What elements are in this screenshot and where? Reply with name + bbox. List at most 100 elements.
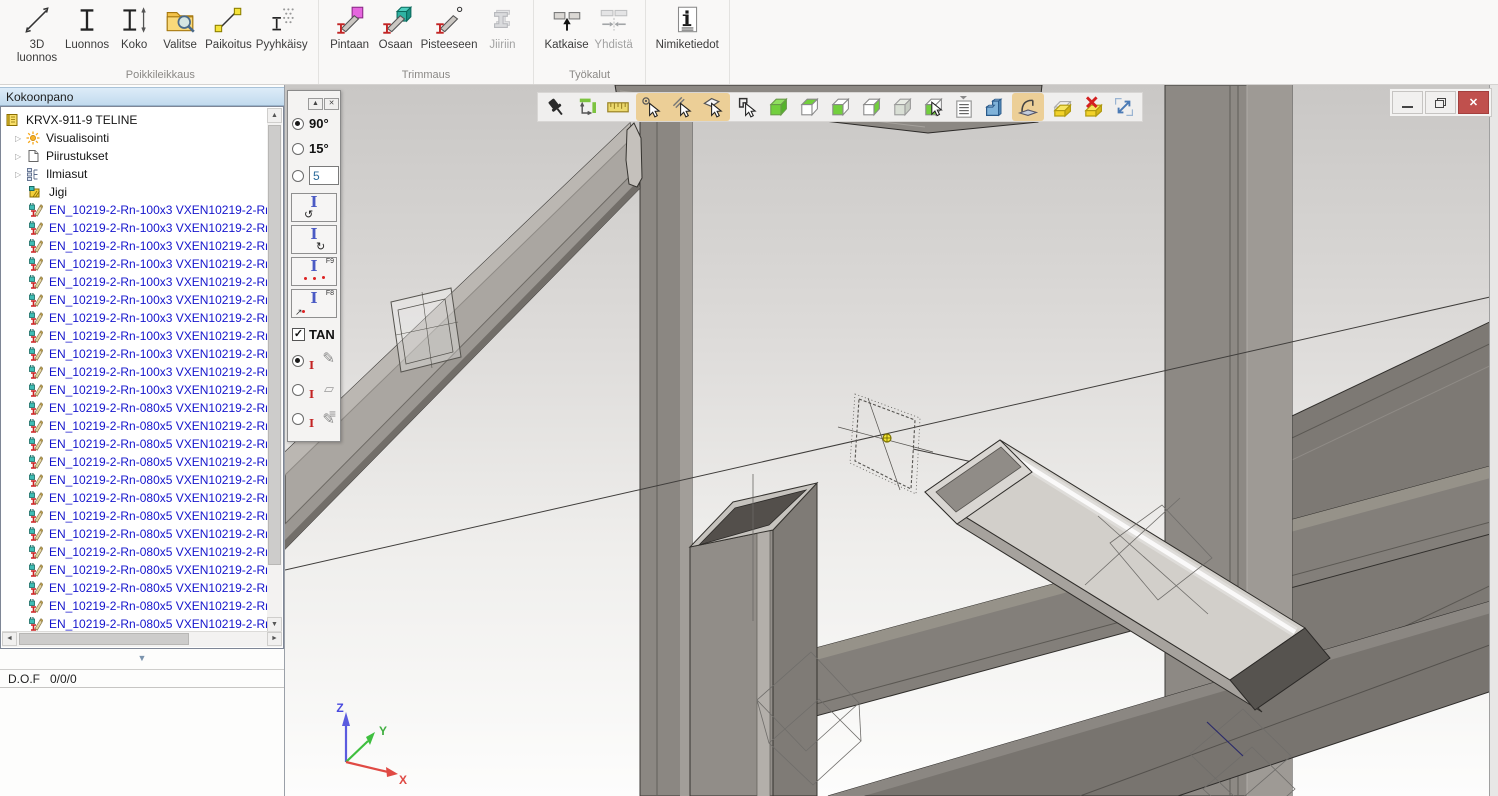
- mode-beam-surface-option[interactable]: ▱I: [288, 371, 340, 400]
- ribbon-item-nimiketiedot[interactable]: Nimiketiedot: [654, 3, 721, 52]
- clip-box-delete-icon[interactable]: [1080, 94, 1106, 120]
- angle-custom-option[interactable]: [288, 156, 340, 185]
- radio-mode-multi[interactable]: [292, 413, 304, 425]
- tree-horizontal-scrollbar[interactable]: ◄ ►: [2, 631, 282, 647]
- tree-item[interactable]: EN_10219-2-Rn-100x3 VXEN10219-2-Rn-1: [2, 255, 267, 273]
- rotate-ccw-button[interactable]: I ↺: [291, 193, 337, 222]
- tree-item[interactable]: ▷Visualisointi: [2, 129, 267, 147]
- ribbon-item-pisteeseen[interactable]: Pisteeseen: [419, 3, 480, 52]
- ribbon-item-3d-luonnos[interactable]: 3D luonnos: [11, 3, 63, 65]
- tree-item[interactable]: EN_10219-2-Rn-100x3 VXEN10219-2-Rn-1: [2, 237, 267, 255]
- mode-beam-option[interactable]: ✎I: [288, 342, 340, 371]
- cube-pick-icon[interactable]: [920, 94, 946, 120]
- cube-shaded-icon[interactable]: [889, 94, 915, 120]
- tree-item[interactable]: EN_10219-2-Rn-080x5 VXEN10219-2-Rn-0: [2, 525, 267, 543]
- expand-view-icon[interactable]: [1111, 94, 1137, 120]
- part-list-icon[interactable]: [951, 94, 977, 120]
- horizontal-scroll-thumb[interactable]: [19, 633, 189, 645]
- tree-item[interactable]: EN_10219-2-Rn-100x3 VXEN10219-2-Rn-1: [2, 345, 267, 363]
- scroll-right-button[interactable]: ►: [267, 632, 282, 646]
- flip-f9-button[interactable]: F9 I: [291, 257, 337, 286]
- snap-face-icon[interactable]: [701, 94, 727, 120]
- tree-item[interactable]: EN_10219-2-Rn-080x5 VXEN10219-2-Rn-0: [2, 615, 267, 632]
- tree-item[interactable]: EN_10219-2-Rn-100x3 VXEN10219-2-Rn-1: [2, 363, 267, 381]
- scroll-left-button[interactable]: ◄: [2, 632, 17, 646]
- restore-button[interactable]: [1425, 91, 1456, 114]
- column-center[interactable]: [640, 99, 692, 796]
- radio-custom[interactable]: [292, 170, 304, 182]
- tree-item[interactable]: EN_10219-2-Rn-100x3 VXEN10219-2-Rn-1: [2, 309, 267, 327]
- ribbon-item-pintaan[interactable]: Pintaan: [327, 3, 373, 52]
- expander-icon[interactable]: ▷: [15, 134, 26, 143]
- active-point[interactable]: [883, 434, 891, 442]
- ribbon-item-katkaise[interactable]: Katkaise: [542, 3, 590, 52]
- tangent-option[interactable]: ✓ TAN: [288, 318, 340, 342]
- tree-item[interactable]: ▷Piirustukset: [2, 147, 267, 165]
- snap-point-icon[interactable]: [639, 94, 665, 120]
- snap-profile-icon[interactable]: [735, 94, 761, 120]
- radio-15[interactable]: [292, 143, 304, 155]
- tree-vertical-scrollbar[interactable]: ▲ ▼: [267, 108, 282, 632]
- tree-item[interactable]: EN_10219-2-Rn-100x3 VXEN10219-2-Rn-1: [2, 327, 267, 345]
- move-measure-icon[interactable]: [574, 94, 600, 120]
- scroll-down-button[interactable]: ▼: [267, 617, 282, 632]
- tree-item[interactable]: EN_10219-2-Rn-100x3 VXEN10219-2-Rn-1: [2, 291, 267, 309]
- custom-angle-input[interactable]: [309, 166, 339, 185]
- rotate-cw-button[interactable]: I ↻: [291, 225, 337, 254]
- tree-item[interactable]: EN_10219-2-Rn-080x5 VXEN10219-2-Rn-0: [2, 597, 267, 615]
- cube-solid-icon[interactable]: [765, 94, 791, 120]
- scroll-up-button[interactable]: ▲: [267, 108, 282, 123]
- radio-mode-beam[interactable]: [292, 355, 304, 367]
- mode-beam-multi-option[interactable]: ≡✎I: [288, 400, 340, 429]
- tree-item[interactable]: ▷Ilmiasut: [2, 165, 267, 183]
- tree-item[interactable]: EN_10219-2-Rn-080x5 VXEN10219-2-Rn-0: [2, 435, 267, 453]
- expander-icon[interactable]: ▷: [15, 152, 26, 161]
- minimize-button[interactable]: [1392, 91, 1423, 114]
- snap-line-icon[interactable]: [670, 94, 696, 120]
- tree-item[interactable]: EN_10219-2-Rn-100x3 VXEN10219-2-Rn-1: [2, 381, 267, 399]
- close-button[interactable]: ✕: [1458, 91, 1489, 114]
- close-icon[interactable]: ✕: [324, 98, 339, 110]
- tree-item[interactable]: EN_10219-2-Rn-080x5 VXEN10219-2-Rn-0: [2, 417, 267, 435]
- cross-section-sketch[interactable]: [391, 288, 461, 372]
- tree-item[interactable]: EN_10219-2-Rn-080x5 VXEN10219-2-Rn-0: [2, 471, 267, 489]
- 3d-viewport[interactable]: Z Y X: [285, 85, 1498, 796]
- radio-mode-surface[interactable]: [292, 384, 304, 396]
- tree-item[interactable]: EN_10219-2-Rn-100x3 VXEN10219-2-Rn-1: [2, 201, 267, 219]
- angle-15-option[interactable]: 15°: [288, 131, 340, 156]
- tree-item[interactable]: EN_10219-2-Rn-080x5 VXEN10219-2-Rn-0: [2, 453, 267, 471]
- extrude-icon[interactable]: [982, 94, 1008, 120]
- ribbon-item-osaan[interactable]: Osaan: [373, 3, 419, 52]
- tree-item[interactable]: EN_10219-2-Rn-080x5 VXEN10219-2-Rn-0: [2, 489, 267, 507]
- ribbon-item-koko[interactable]: Koko: [111, 3, 157, 52]
- panel-splitter[interactable]: ▼: [0, 650, 284, 668]
- bend-plane-icon[interactable]: [1015, 94, 1041, 120]
- tree-item[interactable]: EN_10219-2-Rn-080x5 VXEN10219-2-Rn-0: [2, 507, 267, 525]
- clip-box-icon[interactable]: [1049, 94, 1075, 120]
- flip-f8-button[interactable]: F8 I ↗: [291, 289, 337, 318]
- channel-tube[interactable]: [690, 483, 817, 796]
- ribbon-item-pyyhkaisy[interactable]: Pyyhkäisy: [254, 3, 310, 52]
- cube-top-icon[interactable]: [796, 94, 822, 120]
- ribbon-item-yhdista[interactable]: Yhdistä: [591, 3, 637, 52]
- ribbon-item-valitse[interactable]: Valitse: [157, 3, 203, 52]
- cube-front-icon[interactable]: [858, 94, 884, 120]
- pin-icon[interactable]: [543, 94, 569, 120]
- tan-checkbox[interactable]: ✓: [292, 328, 305, 341]
- tree-item[interactable]: EN_10219-2-Rn-100x3 VXEN10219-2-Rn-1: [2, 219, 267, 237]
- cube-side-icon[interactable]: [827, 94, 853, 120]
- ribbon-item-luonnos[interactable]: Luonnos: [63, 3, 111, 52]
- tree-item[interactable]: EN_10219-2-Rn-080x5 VXEN10219-2-Rn-0: [2, 543, 267, 561]
- 3d-viewport-scene[interactable]: Z Y X: [285, 85, 1498, 796]
- expander-icon[interactable]: ▷: [15, 170, 26, 179]
- tree-item[interactable]: Jigi: [2, 183, 267, 201]
- tree-item[interactable]: EN_10219-2-Rn-080x5 VXEN10219-2-Rn-0: [2, 579, 267, 597]
- ruler-icon[interactable]: [605, 94, 631, 120]
- vertical-scroll-thumb[interactable]: [268, 125, 281, 565]
- tree-item[interactable]: EN_10219-2-Rn-100x3 VXEN10219-2-Rn-1: [2, 273, 267, 291]
- tree-item[interactable]: KRVX-911-9 TELINE: [2, 111, 267, 129]
- tree-item[interactable]: EN_10219-2-Rn-080x5 VXEN10219-2-Rn-0: [2, 561, 267, 579]
- tree-item[interactable]: EN_10219-2-Rn-080x5 VXEN10219-2-Rn-0: [2, 399, 267, 417]
- collapse-icon[interactable]: ▲: [308, 98, 323, 110]
- ribbon-item-paikoitus[interactable]: Paikoitus: [203, 3, 254, 52]
